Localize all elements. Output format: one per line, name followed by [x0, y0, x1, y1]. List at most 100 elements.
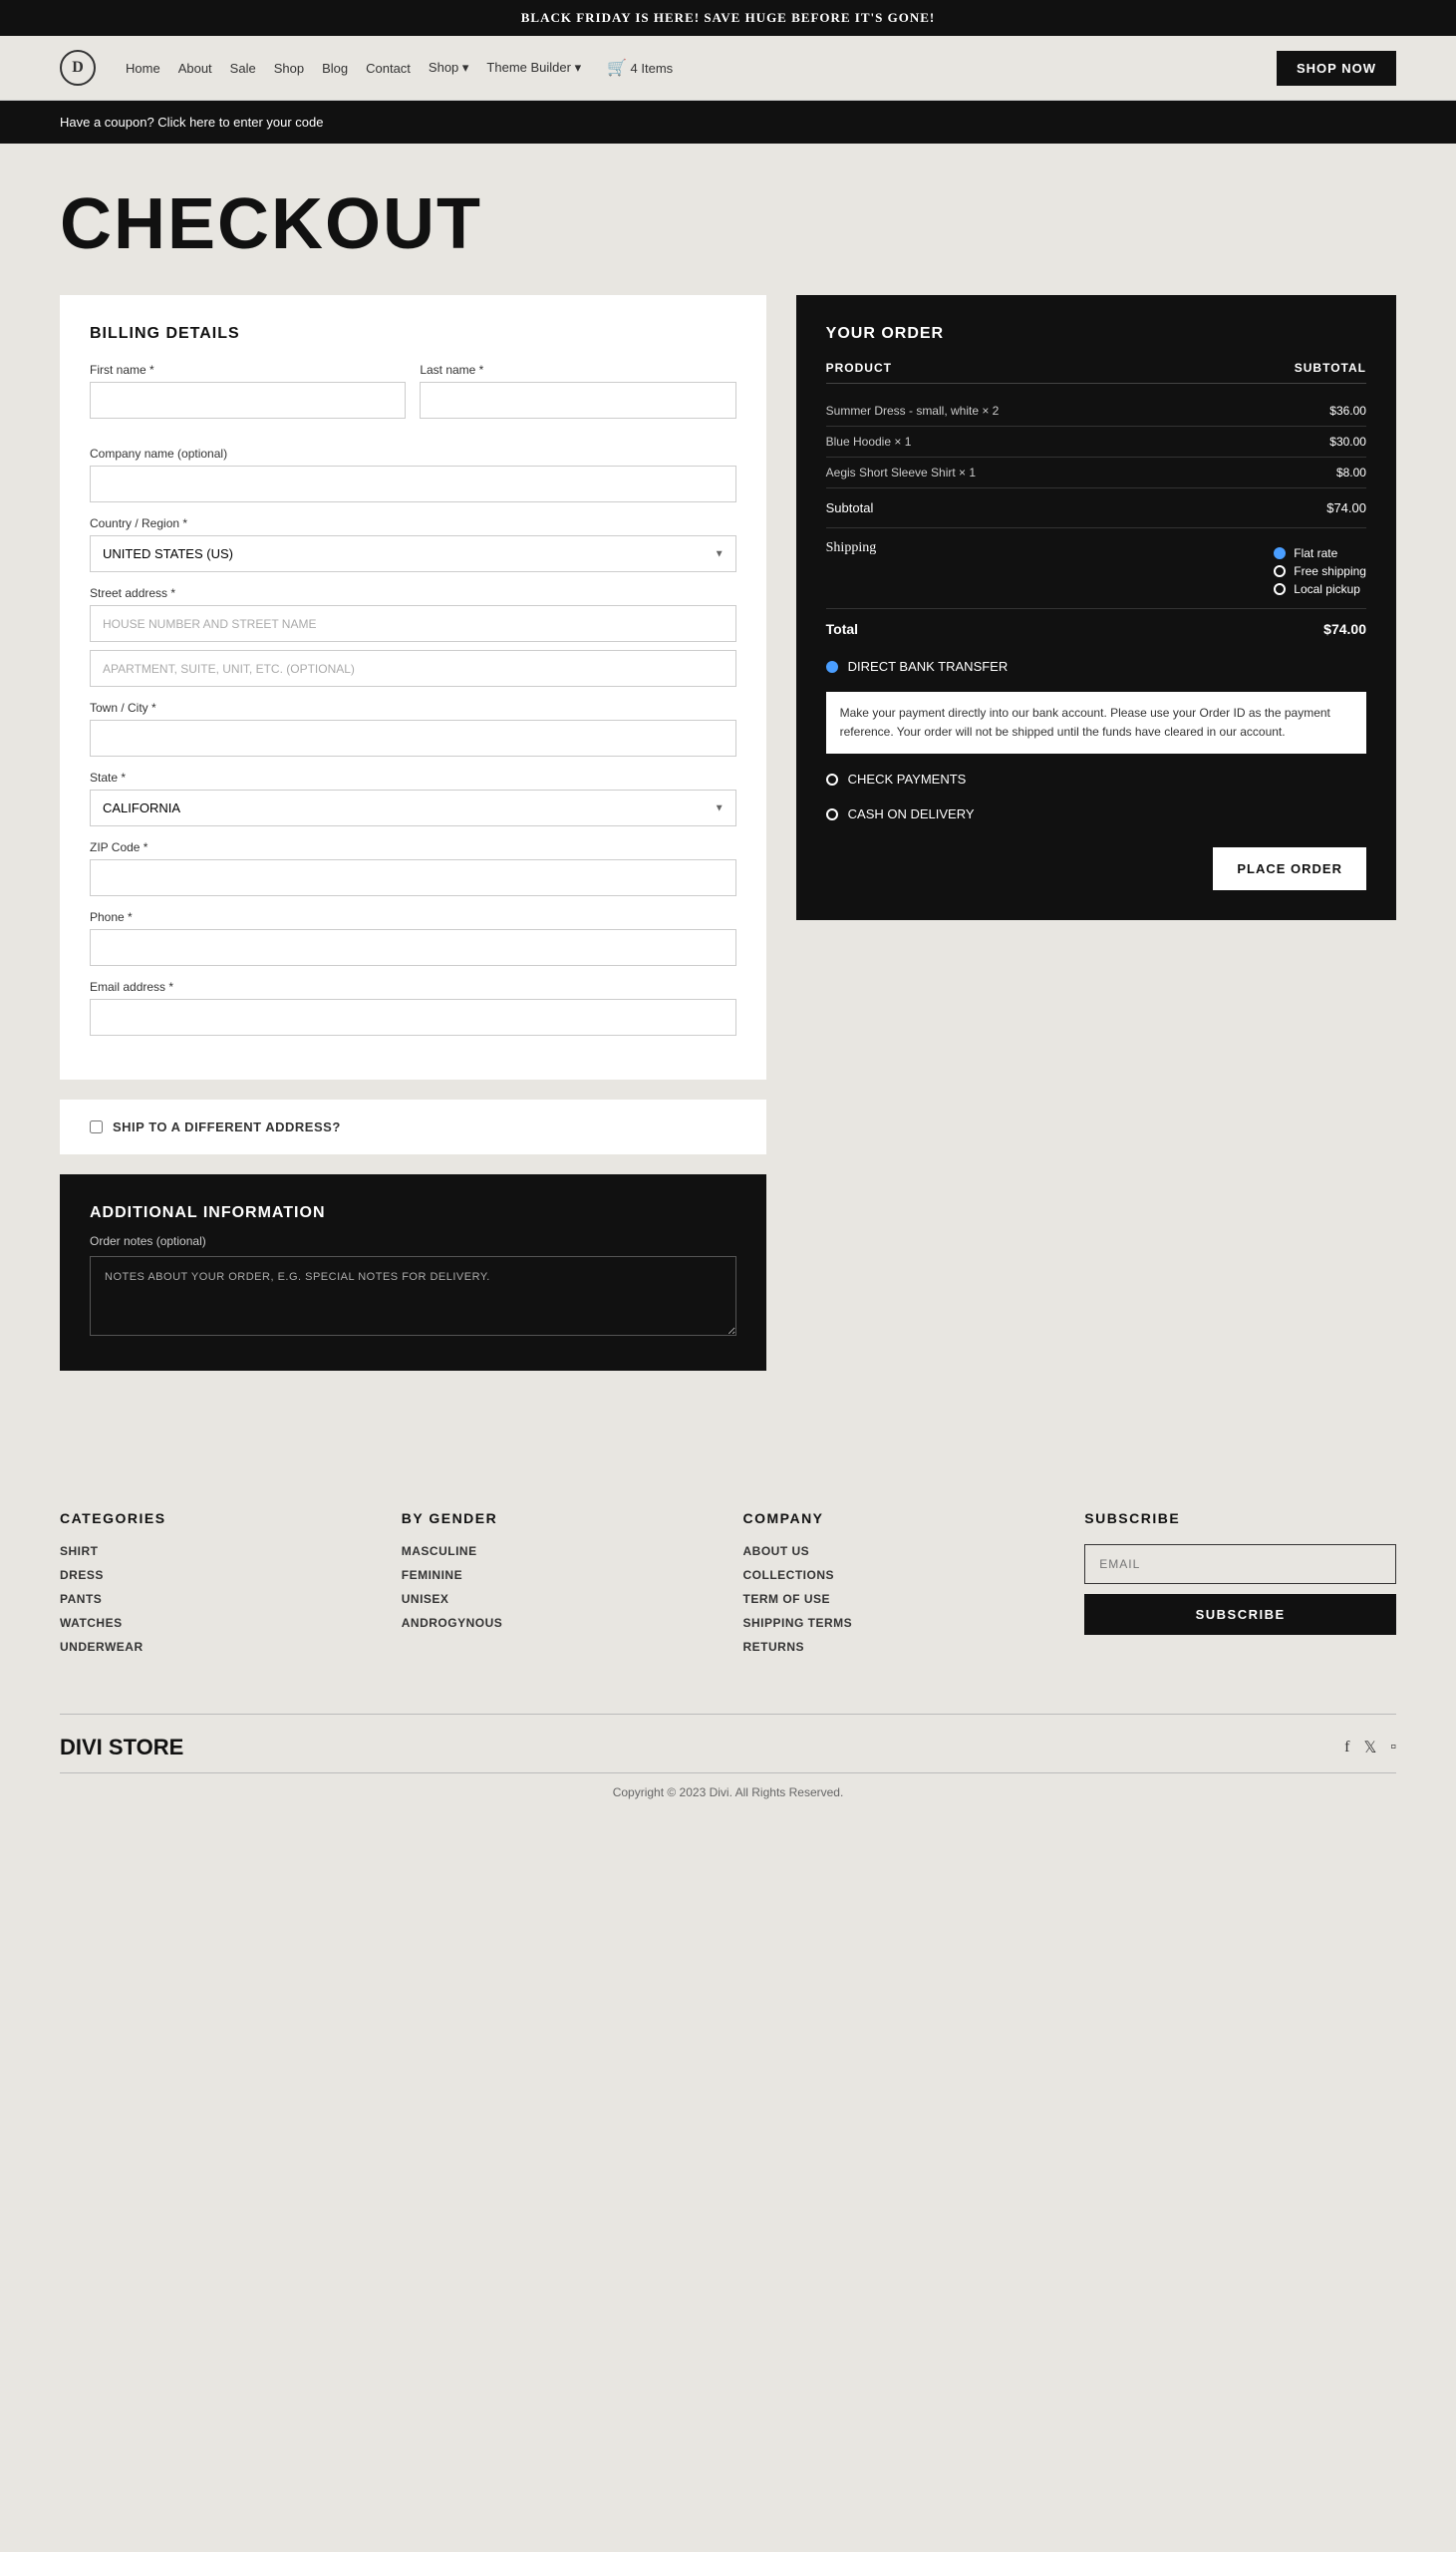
first-name-group: First name *: [90, 363, 406, 419]
zip-group: ZIP Code *: [90, 840, 736, 896]
city-input[interactable]: [90, 720, 736, 757]
left-column: BILLING DETAILS First name * Last name *…: [60, 295, 766, 1371]
footer-by-gender: BY GENDER MASCULINE FEMININE UNISEX ANDR…: [402, 1510, 714, 1664]
order-subtotal-row: Subtotal $74.00: [826, 488, 1366, 528]
phone-input[interactable]: [90, 929, 736, 966]
gender-unisex[interactable]: UNISEX: [402, 1592, 714, 1606]
shipping-flat[interactable]: Flat rate: [1274, 546, 1366, 560]
coupon-bar[interactable]: Have a coupon? Click here to enter your …: [0, 101, 1456, 144]
shipping-options: Flat rate Free shipping Local pickup: [1274, 546, 1366, 596]
street-input[interactable]: [90, 605, 736, 642]
payment-direct-bank[interactable]: DIRECT BANK TRANSFER: [826, 649, 1366, 684]
email-group: Email address *: [90, 980, 736, 1036]
nav-contact[interactable]: Contact: [366, 61, 411, 76]
order-table-header: PRODUCT SUBTOTAL: [826, 361, 1366, 384]
country-select[interactable]: UNITED STATES (US): [90, 535, 736, 572]
order-total-row: Total $74.00: [826, 609, 1366, 649]
apt-input[interactable]: [90, 650, 736, 687]
total-value: $74.00: [1323, 621, 1366, 637]
company-label: Company name (optional): [90, 447, 736, 461]
nav-theme-builder[interactable]: Theme Builder ▾: [486, 60, 581, 76]
additional-title: ADDITIONAL INFORMATION: [90, 1204, 736, 1222]
city-label: Town / City *: [90, 701, 736, 715]
place-order-button[interactable]: PLACE ORDER: [1213, 847, 1366, 890]
ship-different-checkbox[interactable]: [90, 1120, 103, 1133]
order-item-1: Summer Dress - small, white × 2 $36.00: [826, 396, 1366, 427]
nav-shop[interactable]: Shop: [274, 61, 304, 76]
total-label: Total: [826, 621, 858, 637]
payment-check[interactable]: CHECK PAYMENTS: [826, 762, 1366, 797]
company-collections[interactable]: COLLECTIONS: [743, 1568, 1055, 1582]
ship-card: SHIP TO A DIFFERENT ADDRESS?: [60, 1100, 766, 1154]
free-shipping-radio[interactable]: [1274, 565, 1286, 577]
company-group: Company name (optional): [90, 447, 736, 502]
flat-rate-radio[interactable]: [1274, 547, 1286, 559]
email-input[interactable]: [90, 999, 736, 1036]
page-title: CHECKOUT: [60, 183, 1396, 265]
shipping-row: Shipping Flat rate Free shipping: [826, 528, 1366, 609]
company-term[interactable]: TERM OF USE: [743, 1592, 1055, 1606]
nav-about[interactable]: About: [178, 61, 212, 76]
gender-masculine[interactable]: MASCULINE: [402, 1544, 714, 1558]
cod-label: CASH ON DELIVERY: [848, 806, 975, 821]
nav-shop-dropdown[interactable]: Shop ▾: [429, 60, 469, 76]
company-shipping[interactable]: SHIPPING TERMS: [743, 1616, 1055, 1630]
footer-categories: CATEGORIES SHIRT DRESS PANTS WATCHES UND…: [60, 1510, 372, 1664]
zip-input[interactable]: [90, 859, 736, 896]
first-name-input[interactable]: [90, 382, 406, 419]
facebook-icon[interactable]: f: [1344, 1739, 1349, 1756]
direct-bank-radio[interactable]: [826, 661, 838, 673]
cod-radio[interactable]: [826, 808, 838, 820]
cat-pants[interactable]: PANTS: [60, 1592, 372, 1606]
phone-label: Phone *: [90, 910, 736, 924]
social-icons: f 𝕏 ▫: [1344, 1738, 1396, 1757]
cat-dress[interactable]: DRESS: [60, 1568, 372, 1582]
check-payments-radio[interactable]: [826, 774, 838, 786]
cat-watches[interactable]: WATCHES: [60, 1616, 372, 1630]
coupon-text: Have a coupon? Click here to enter your …: [60, 115, 324, 130]
subscribe-email-input[interactable]: [1084, 1544, 1396, 1584]
gender-feminine[interactable]: FEMININE: [402, 1568, 714, 1582]
company-input[interactable]: [90, 466, 736, 502]
email-label: Email address *: [90, 980, 736, 994]
cart-count[interactable]: 4 Items: [631, 61, 674, 76]
gender-androgynous[interactable]: ANDROGYNOUS: [402, 1616, 714, 1630]
twitter-icon[interactable]: 𝕏: [1363, 1738, 1376, 1757]
nav-blog[interactable]: Blog: [322, 61, 348, 76]
state-select[interactable]: CALIFORNIA: [90, 790, 736, 826]
cat-underwear[interactable]: UNDERWEAR: [60, 1640, 372, 1654]
ship-different-label: SHIP TO A DIFFERENT ADDRESS?: [113, 1119, 341, 1134]
order-title: YOUR ORDER: [826, 325, 1366, 343]
last-name-group: Last name *: [420, 363, 735, 419]
nav-sale[interactable]: Sale: [230, 61, 256, 76]
nav-home[interactable]: Home: [126, 61, 160, 76]
local-pickup-radio[interactable]: [1274, 583, 1286, 595]
subscribe-button[interactable]: SUBSCRIBE: [1084, 1594, 1396, 1635]
street-label: Street address *: [90, 586, 736, 600]
shipping-free[interactable]: Free shipping: [1274, 564, 1366, 578]
footer: CATEGORIES SHIRT DRESS PANTS WATCHES UND…: [0, 1450, 1456, 1819]
company-returns[interactable]: RETURNS: [743, 1640, 1055, 1654]
additional-card: ADDITIONAL INFORMATION Order notes (opti…: [60, 1174, 766, 1371]
navbar: D Home About Sale Shop Blog Contact Shop…: [0, 36, 1456, 101]
cat-shirt[interactable]: SHIRT: [60, 1544, 372, 1558]
footer-company: COMPANY ABOUT US COLLECTIONS TERM OF USE…: [743, 1510, 1055, 1664]
last-name-input[interactable]: [420, 382, 735, 419]
company-about[interactable]: ABOUT US: [743, 1544, 1055, 1558]
bank-transfer-text: Make your payment directly into our bank…: [840, 706, 1330, 739]
street-group: Street address *: [90, 586, 736, 687]
footer-subscribe: SUBSCRIBE SUBSCRIBE: [1084, 1510, 1396, 1664]
order-item-2: Blue Hoodie × 1 $30.00: [826, 427, 1366, 458]
shipping-local[interactable]: Local pickup: [1274, 582, 1366, 596]
instagram-icon[interactable]: ▫: [1390, 1739, 1396, 1756]
subtotal-value: $74.00: [1326, 500, 1366, 515]
payment-cod[interactable]: CASH ON DELIVERY: [826, 797, 1366, 831]
notes-label: Order notes (optional): [90, 1234, 736, 1248]
col-product: PRODUCT: [826, 361, 892, 375]
site-logo[interactable]: D: [60, 50, 96, 86]
notes-textarea[interactable]: [90, 1256, 736, 1336]
country-select-wrapper: UNITED STATES (US): [90, 535, 736, 572]
bank-transfer-info: Make your payment directly into our bank…: [826, 692, 1366, 754]
footer-copyright: Copyright © 2023 Divi. All Rights Reserv…: [60, 1772, 1396, 1799]
shop-now-button[interactable]: SHOP NOW: [1277, 51, 1396, 86]
